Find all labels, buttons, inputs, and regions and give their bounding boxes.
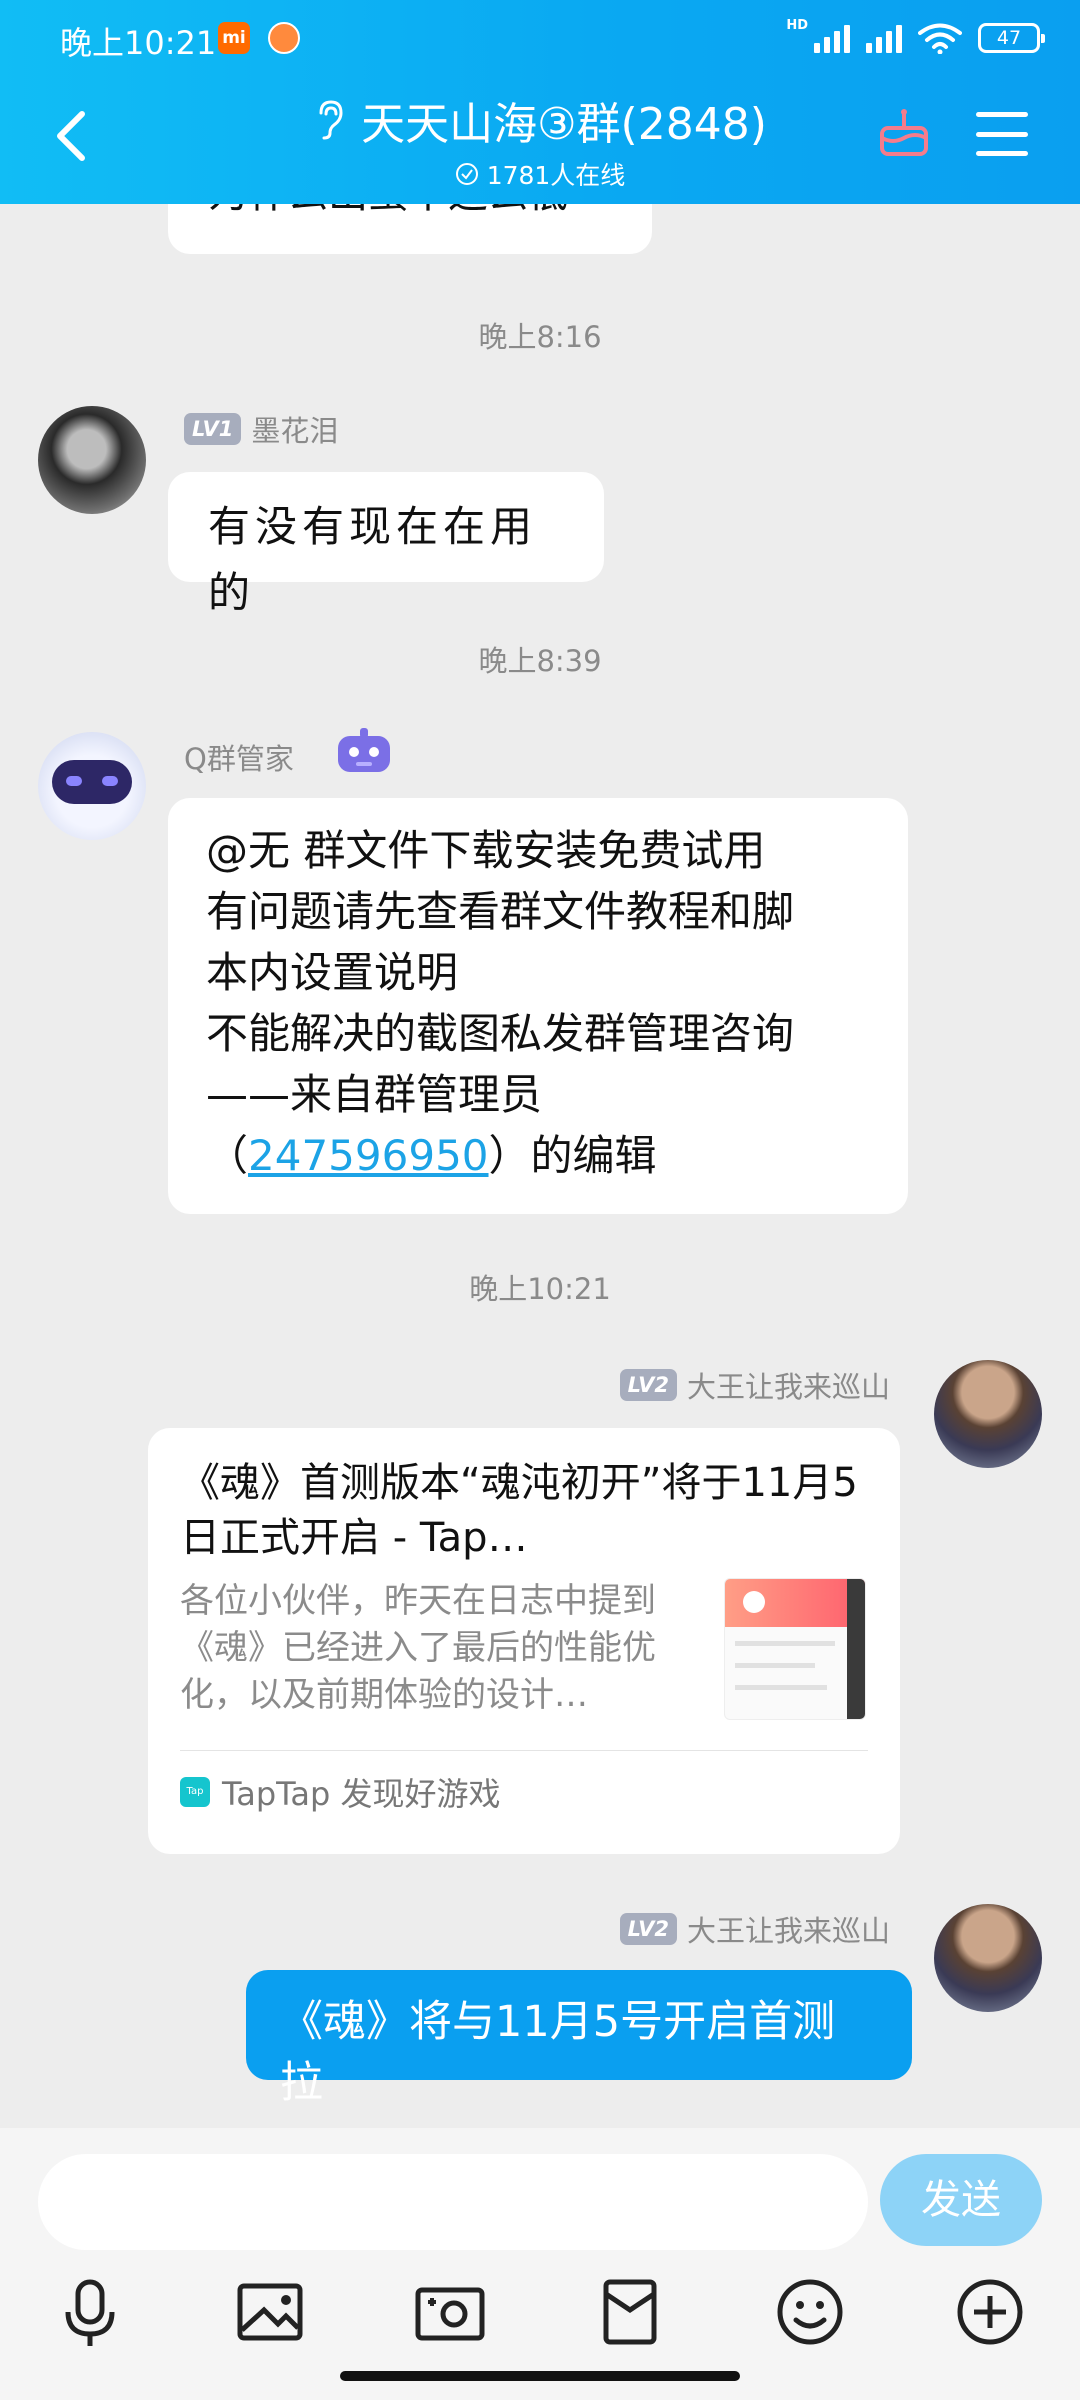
red-packet-icon[interactable] [590, 2272, 670, 2352]
level-badge: LV2 [619, 1369, 677, 1401]
wifi-icon [918, 23, 962, 54]
cake-icon[interactable] [878, 106, 930, 158]
card-source: TapTap 发现好游戏 [222, 1775, 501, 1813]
online-count: 1781人在线 [486, 161, 626, 190]
sender-info: LV1 墨花泪 [184, 408, 338, 450]
status-time: 晚上10:21 [60, 24, 217, 62]
input-bar: 发送 [0, 2128, 1080, 2400]
message-text: 《魂》将与11月5号开启首测拉 [280, 1997, 836, 2108]
timestamp: 晚上10:21 [469, 1272, 611, 1306]
message-text: 为什么出蛋率这么低 [208, 204, 612, 222]
message-bubble[interactable]: 有没有现在在用的 [168, 472, 604, 617]
signal-icon [814, 23, 850, 53]
robot-icon [338, 728, 390, 772]
header: 晚上10:21 mi HD 47 天天山海③群(2848) 1781人在线 [0, 0, 1080, 204]
avatar[interactable] [38, 732, 146, 840]
card-title: 《魂》首测版本“魂沌初开”将于11月5日正式开启 - Tap… [180, 1460, 858, 1561]
sender-name: 大王让我来巡山 [686, 1914, 890, 1948]
mic-icon[interactable] [50, 2272, 130, 2352]
message-line: 本内设置说明 [206, 948, 459, 997]
message-bubble-partial[interactable]: 为什么出蛋率这么低 [168, 204, 652, 254]
timestamp: 晚上8:16 [478, 320, 602, 354]
paren-close: ）的编辑 [488, 1131, 657, 1180]
hd-label: HD [786, 18, 808, 33]
online-icon [455, 163, 478, 185]
sender-info: Q群管家 [184, 736, 294, 778]
sender-name: 墨花泪 [251, 414, 339, 448]
send-button[interactable]: 发送 [880, 2154, 1042, 2246]
message-line: 不能解决的截图私发群管理咨询 [206, 1009, 795, 1058]
card-description: 各位小伙伴，昨天在日志中提到《魂》已经进入了最后的性能优化，以及前期体验的设计… [180, 1581, 656, 1715]
avatar[interactable] [38, 406, 146, 514]
mi-notification-icon: mi [218, 22, 250, 54]
message-line: ——来自群管理员 [206, 1070, 543, 1119]
emoji-icon[interactable] [770, 2272, 850, 2352]
message-line: @无 群文件下载安装免费试用 [206, 826, 766, 875]
battery-icon: 47 [978, 23, 1045, 53]
message-text: 有没有现在在用的 [208, 502, 538, 617]
avatar[interactable] [934, 1904, 1042, 2012]
status-indicators: HD 47 [786, 18, 1045, 58]
app-notification-icon [268, 22, 300, 54]
share-card[interactable]: 《魂》首测版本“魂沌初开”将于11月5日正式开启 - Tap… 各位小伙伴，昨天… [148, 1428, 900, 1854]
level-badge: LV2 [619, 1913, 677, 1945]
message-input[interactable] [38, 2154, 868, 2250]
sender-info: LV2 大王让我来巡山 [619, 1908, 890, 1950]
message-line: 有问题请先查看群文件教程和脚 [206, 887, 795, 936]
message-bubble-self[interactable]: 《魂》将与11月5号开启首测拉 [246, 1970, 912, 2108]
chat-area[interactable]: 为什么出蛋率这么低 晚上8:16 LV1 墨花泪 有没有现在在用的 晚上8:39… [0, 204, 1080, 2128]
camera-icon[interactable] [410, 2272, 490, 2352]
chat-title: 天天山海③群(2848) [361, 99, 767, 150]
card-divider [180, 1750, 868, 1751]
sender-name: Q群管家 [184, 742, 294, 776]
avatar[interactable] [934, 1360, 1042, 1468]
sender-name: 大王让我来巡山 [686, 1370, 890, 1404]
menu-button[interactable] [976, 112, 1028, 156]
timestamp: 晚上8:39 [478, 644, 602, 678]
qq-link[interactable]: 247596950 [248, 1131, 489, 1180]
message-line: （247596950）的编辑 [206, 1125, 870, 1186]
taptap-icon: Tap [180, 1777, 210, 1807]
level-badge: LV1 [184, 413, 242, 445]
ear-icon [319, 100, 343, 140]
message-bubble[interactable]: @无 群文件下载安装免费试用 有问题请先查看群文件教程和脚 本内设置说明 不能解… [168, 798, 908, 1214]
card-thumbnail [724, 1578, 866, 1720]
image-icon[interactable] [230, 2272, 310, 2352]
plus-icon[interactable] [950, 2272, 1030, 2352]
paren-open: （ [206, 1131, 249, 1180]
sender-info: LV2 大王让我来巡山 [619, 1364, 890, 1406]
signal-icon-2 [866, 23, 902, 53]
home-indicator[interactable] [340, 2371, 740, 2381]
